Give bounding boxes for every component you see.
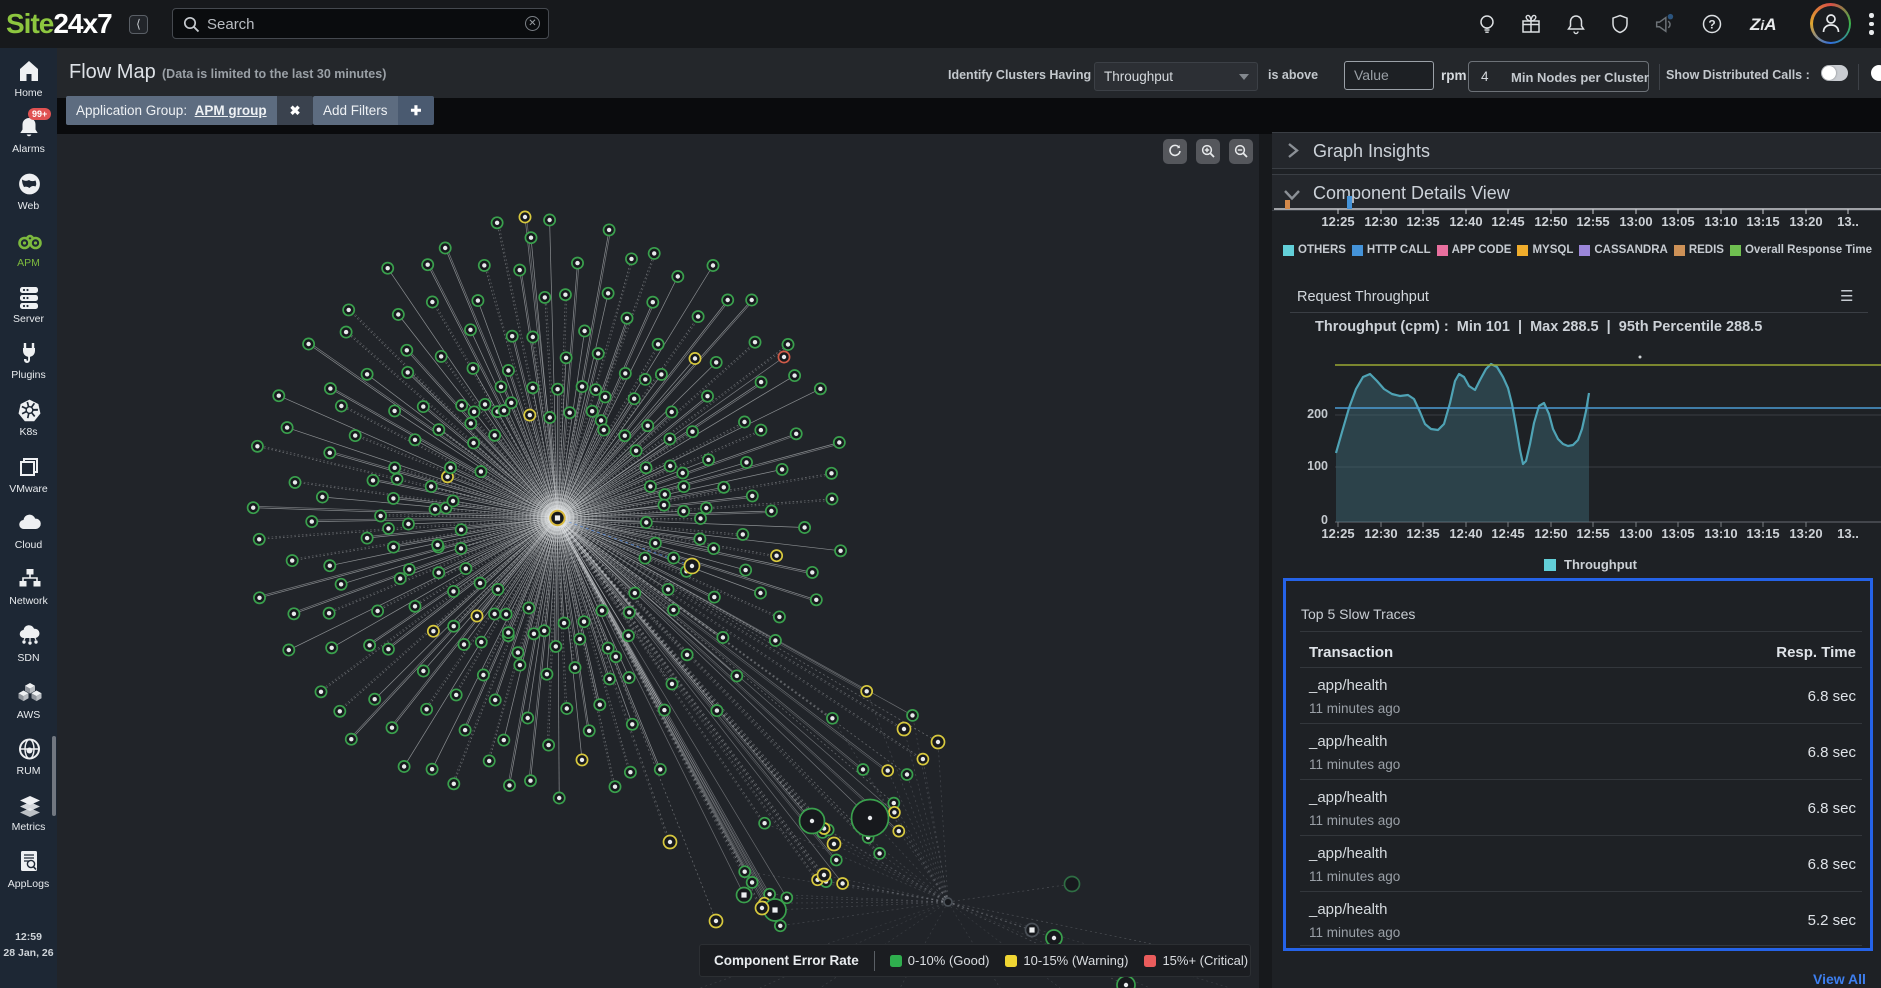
svg-text:?: ? [1708,18,1715,32]
